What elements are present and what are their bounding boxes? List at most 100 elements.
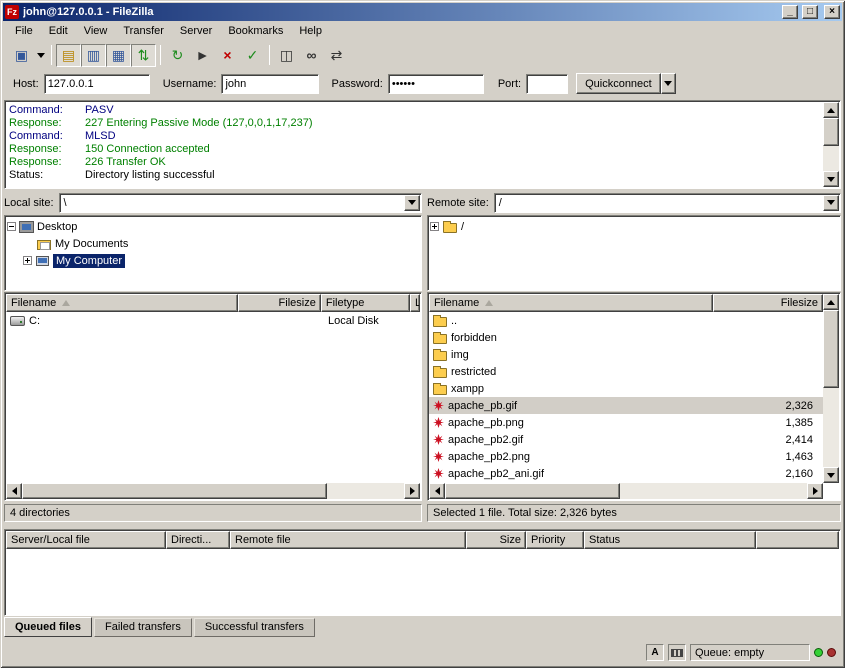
scroll-track[interactable] [823, 310, 839, 467]
column-header-status[interactable]: Status [584, 531, 756, 549]
file-row[interactable]: apache_pb.png 1,385 [429, 414, 823, 431]
file-row[interactable]: apache_pb2.gif 2,414 [429, 431, 823, 448]
tree-item-my-documents[interactable]: My Documents [37, 235, 419, 252]
scroll-track[interactable] [327, 483, 404, 499]
tree-label[interactable]: / [461, 221, 464, 233]
site-manager-dropdown[interactable] [34, 44, 47, 67]
host-input[interactable] [44, 74, 150, 94]
file-name: apache_pb2.png [448, 451, 530, 463]
scroll-right-button[interactable] [807, 483, 823, 499]
column-header-priority[interactable]: Priority [526, 531, 584, 549]
menu-transfer[interactable]: Transfer [115, 22, 172, 40]
tree-item-my-computer[interactable]: My Computer [23, 252, 419, 269]
column-header-server-local-file[interactable]: Server/Local file [6, 531, 166, 549]
disconnect-icon[interactable]: ✓ [240, 44, 265, 67]
remote-vertical-scrollbar[interactable] [823, 294, 839, 483]
tab-failed-transfers[interactable]: Failed transfers [94, 618, 192, 637]
find-files-icon[interactable]: ∞ [299, 44, 324, 67]
process-queue-icon[interactable]: ► [190, 44, 215, 67]
scroll-left-button[interactable] [6, 483, 22, 499]
scroll-thumb[interactable] [445, 483, 620, 499]
column-header-filename[interactable]: Filename [429, 294, 713, 312]
file-row-selected[interactable]: apache_pb.gif 2,326 [429, 397, 823, 414]
remote-site-combo-dropdown[interactable] [823, 195, 839, 211]
close-button[interactable]: × [824, 5, 840, 19]
menu-server[interactable]: Server [172, 22, 220, 40]
quickconnect-dropdown[interactable] [661, 73, 676, 94]
scroll-track[interactable] [620, 483, 807, 499]
file-row[interactable]: xampp [429, 380, 823, 397]
toggle-local-tree-icon[interactable]: ▥ [81, 44, 106, 67]
quickconnect-bar: Host: Username: Password: Port: Quickcon… [3, 69, 842, 98]
tree-label[interactable]: Desktop [37, 221, 77, 233]
file-row-c-drive[interactable]: C: Local Disk [6, 312, 420, 329]
scroll-thumb[interactable] [823, 310, 839, 388]
file-row[interactable]: apache_pb2.png 1,463 [429, 448, 823, 465]
tree-label-selected[interactable]: My Computer [53, 254, 125, 268]
compare-glyph: ◫ [280, 47, 293, 64]
expander-minus-icon[interactable] [7, 222, 16, 231]
scroll-down-button[interactable] [823, 467, 839, 483]
menu-view[interactable]: View [76, 22, 116, 40]
file-row[interactable]: .. [429, 312, 823, 329]
directory-compare-icon[interactable]: ◫ [274, 44, 299, 67]
remote-site-value: / [499, 197, 502, 209]
cancel-icon[interactable]: × [215, 44, 240, 67]
tab-queued-files[interactable]: Queued files [4, 617, 92, 637]
username-label: Username: [163, 78, 217, 90]
menu-bookmarks[interactable]: Bookmarks [220, 22, 291, 40]
maximize-button[interactable]: □ [802, 5, 818, 19]
local-status-bar: 4 directories [4, 504, 422, 522]
scroll-track[interactable] [823, 118, 839, 171]
refresh-icon[interactable]: ↻ [165, 44, 190, 67]
file-name: xampp [451, 383, 484, 395]
local-horizontal-scrollbar[interactable] [6, 483, 420, 499]
file-row[interactable]: img [429, 346, 823, 363]
expander-plus-icon[interactable] [430, 222, 439, 231]
remote-horizontal-scrollbar[interactable] [429, 483, 823, 499]
menu-help[interactable]: Help [291, 22, 330, 40]
menu-file[interactable]: File [7, 22, 41, 40]
tree-item-desktop[interactable]: Desktop [7, 218, 419, 235]
local-site-combo-dropdown[interactable] [404, 195, 420, 211]
log-scrollbar[interactable] [823, 102, 839, 187]
column-header-filesize[interactable]: Filesize [713, 294, 823, 312]
tree-item-root[interactable]: / [430, 218, 838, 235]
scroll-right-button[interactable] [404, 483, 420, 499]
column-header-filename[interactable]: Filename [6, 294, 238, 312]
quickconnect-button[interactable]: Quickconnect [576, 73, 661, 94]
arrow-up-icon [827, 300, 835, 305]
scroll-left-button[interactable] [429, 483, 445, 499]
password-input[interactable] [388, 74, 484, 94]
username-input[interactable] [221, 74, 319, 94]
minimize-button[interactable]: _ [782, 5, 798, 19]
synchronized-browsing-icon[interactable]: ⇄ [324, 44, 349, 67]
scroll-up-button[interactable] [823, 102, 839, 118]
toggle-message-log-icon[interactable]: ▤ [56, 44, 81, 67]
column-header-filetype[interactable]: Filetype [321, 294, 410, 312]
local-site-combo[interactable]: \ [59, 193, 422, 213]
scroll-thumb[interactable] [823, 118, 839, 146]
local-list-body: C: Local Disk [6, 312, 420, 483]
column-header-direction[interactable]: Directi... [166, 531, 230, 549]
tab-successful-transfers[interactable]: Successful transfers [194, 618, 315, 637]
column-header-remote-file[interactable]: Remote file [230, 531, 466, 549]
file-row[interactable]: apache_pb2_ani.gif 2,160 [429, 465, 823, 482]
menu-edit[interactable]: Edit [41, 22, 76, 40]
scroll-thumb[interactable] [22, 483, 327, 499]
remote-site-combo[interactable]: / [494, 193, 841, 213]
site-manager-icon[interactable]: ▣ [9, 44, 34, 67]
file-row[interactable]: forbidden [429, 329, 823, 346]
file-name: restricted [451, 366, 496, 378]
scroll-up-button[interactable] [823, 294, 839, 310]
column-header-last-modified[interactable]: L [410, 294, 420, 312]
port-input[interactable] [526, 74, 568, 94]
tree-label[interactable]: My Documents [55, 238, 128, 250]
column-header-filesize[interactable]: Filesize [238, 294, 321, 312]
expander-plus-icon[interactable] [23, 256, 32, 265]
column-header-size[interactable]: Size [466, 531, 526, 549]
toggle-transfer-queue-icon[interactable]: ⇅ [131, 44, 156, 67]
toggle-remote-tree-icon[interactable]: ▦ [106, 44, 131, 67]
file-row[interactable]: restricted [429, 363, 823, 380]
scroll-down-button[interactable] [823, 171, 839, 187]
